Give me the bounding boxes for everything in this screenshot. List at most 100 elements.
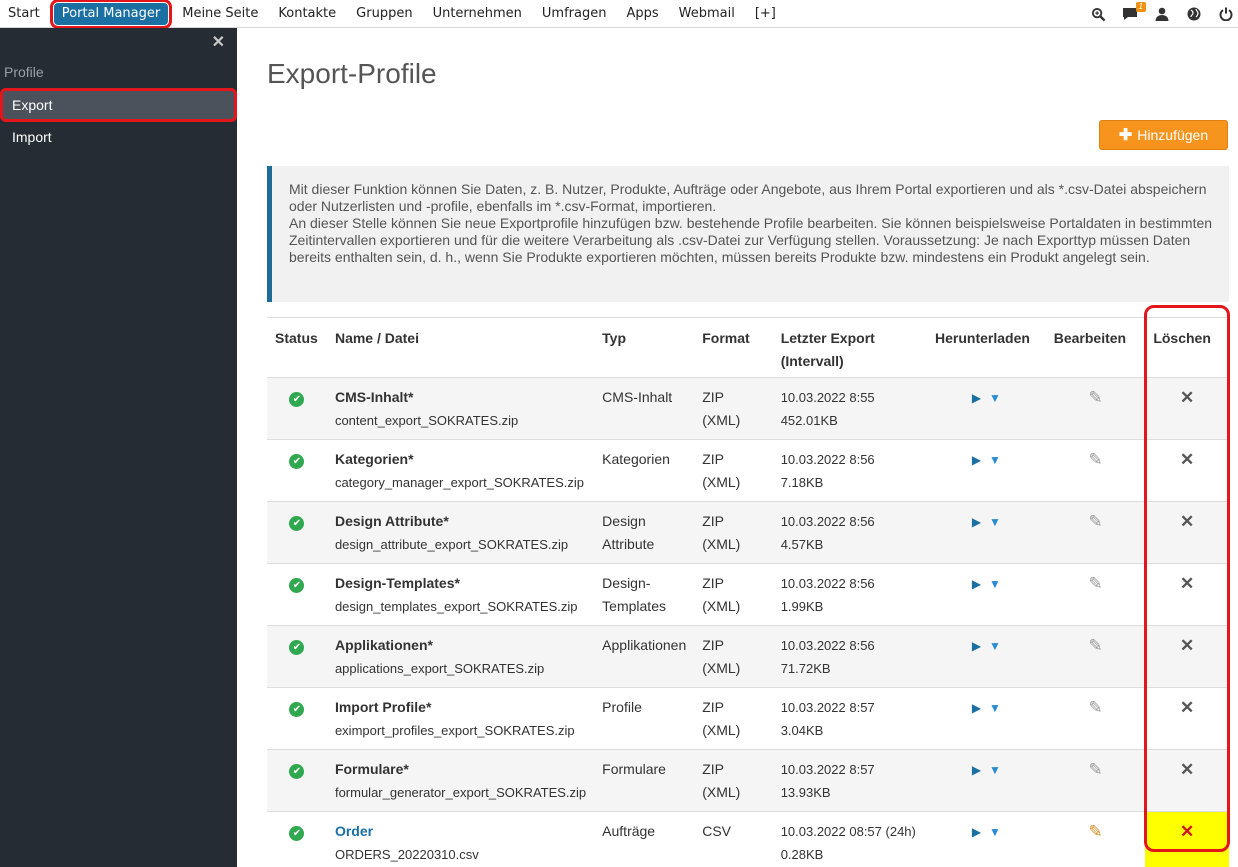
power-icon[interactable] <box>1214 3 1238 25</box>
chat-icon[interactable]: 1 <box>1118 2 1146 25</box>
pencil-icon[interactable]: ✎ <box>1088 760 1102 779</box>
header-name: Name / Datei <box>326 317 595 378</box>
check-circle-icon: ✔ <box>289 516 305 531</box>
nav-webmail[interactable]: Webmail <box>669 0 745 28</box>
name-cell: Applikationen* applications_export_SOKRAT… <box>326 625 595 688</box>
table-row: ✔ Applikationen* applications_export_SOKRA… <box>267 625 1229 688</box>
nav-more[interactable]: [+] <box>745 0 786 28</box>
play-icon[interactable]: ▶ <box>972 763 981 777</box>
user-icon[interactable] <box>1150 3 1174 25</box>
check-circle-icon: ✔ <box>289 826 305 841</box>
delete-icon[interactable]: ✕ <box>1180 574 1194 593</box>
nav-meine-seite[interactable]: Meine Seite <box>172 0 268 28</box>
nav-unternehmen[interactable]: Unternehmen <box>423 0 532 28</box>
file-name: design_templates_export_SOKRATES.zip <box>334 599 578 614</box>
name-cell: Order ORDERS_20220310.csv <box>326 811 595 867</box>
delete-icon[interactable]: ✕ <box>1180 698 1194 717</box>
file-name: design_attribute_export_SOKRATES.zip <box>334 537 569 552</box>
top-navigation-bar: Start Portal Manager Meine Seite Kontakt… <box>0 0 1238 29</box>
nav-kontakte[interactable]: Kontakte <box>268 0 346 28</box>
typ-cell: Formulare <box>594 749 695 812</box>
delete-icon[interactable]: ✕ <box>1180 636 1194 655</box>
nav-start[interactable]: Start <box>0 0 50 28</box>
download-icon[interactable]: ▼ <box>989 391 1001 405</box>
download-icon[interactable]: ▼ <box>989 577 1001 591</box>
export-size: 452.01KB <box>780 413 838 428</box>
pencil-icon[interactable]: ✎ <box>1088 636 1102 655</box>
download-cell: ▶ ▼ <box>927 749 1046 812</box>
file-name: eximport_profiles_export_SOKRATES.zip <box>334 723 575 738</box>
nav-apps[interactable]: Apps <box>616 0 668 28</box>
sidebar-item-export[interactable]: Export <box>0 88 237 122</box>
table-row: ✔ Order ORDERS_20220310.csv Aufträge CSV 10.0… <box>267 811 1229 867</box>
export-date: 10.03.2022 8:57 <box>780 762 875 777</box>
play-icon[interactable]: ▶ <box>972 453 981 467</box>
name-cell: Formulare* formular_generator_export_SOKR… <box>326 749 595 812</box>
download-icon[interactable]: ▼ <box>989 453 1001 467</box>
check-circle-icon: ✔ <box>289 454 305 469</box>
delete-icon[interactable]: ✕ <box>1180 760 1194 779</box>
check-circle-icon: ✔ <box>289 640 305 655</box>
pencil-icon[interactable]: ✎ <box>1088 822 1102 841</box>
file-name: category_manager_export_SOKRATES.zip <box>334 475 585 490</box>
globe-icon[interactable] <box>1182 3 1206 25</box>
edit-cell: ✎ <box>1045 811 1146 867</box>
play-icon[interactable]: ▶ <box>972 701 981 715</box>
status-cell: ✔ <box>267 501 327 564</box>
add-button-label: Hinzufügen <box>1137 127 1209 143</box>
play-icon[interactable]: ▶ <box>972 515 981 529</box>
delete-cell: ✕ <box>1145 501 1229 564</box>
pencil-icon[interactable]: ✎ <box>1088 574 1102 593</box>
edit-cell: ✎ <box>1045 377 1146 440</box>
delete-cell: ✕ <box>1145 377 1229 440</box>
download-icon[interactable]: ▼ <box>989 515 1001 529</box>
pencil-icon[interactable]: ✎ <box>1088 512 1102 531</box>
typ-cell: Aufträge <box>594 811 695 867</box>
nav-gruppen[interactable]: Gruppen <box>346 0 422 28</box>
export-date: 10.03.2022 08:57 (24h) <box>780 824 916 839</box>
delete-icon[interactable]: ✕ <box>1180 388 1194 407</box>
status-cell: ✔ <box>267 439 327 502</box>
download-icon[interactable]: ▼ <box>989 639 1001 653</box>
nav-umfragen[interactable]: Umfragen <box>532 0 617 28</box>
table-row: ✔ Design-Templates* design_templates_expor… <box>267 563 1229 626</box>
profile-name: Import Profile* <box>334 699 432 715</box>
delete-icon[interactable]: ✕ <box>1180 450 1194 469</box>
pencil-icon[interactable]: ✎ <box>1088 388 1102 407</box>
last-export-cell: 10.03.2022 8:56 1.99KB <box>772 563 928 626</box>
header-typ: Typ <box>594 317 695 378</box>
play-icon[interactable]: ▶ <box>972 391 981 405</box>
download-icon[interactable]: ▼ <box>989 701 1001 715</box>
pencil-icon[interactable]: ✎ <box>1088 450 1102 469</box>
close-icon[interactable]: ✕ <box>212 32 225 52</box>
play-icon[interactable]: ▶ <box>972 577 981 591</box>
play-icon[interactable]: ▶ <box>972 639 981 653</box>
format-cell: ZIP (XML) <box>694 687 773 750</box>
table-header-row: Status Name / Datei Typ Format Letzter E… <box>267 317 1229 378</box>
delete-cell: ✕ <box>1145 625 1229 688</box>
last-export-cell: 10.03.2022 8:57 13.93KB <box>772 749 928 812</box>
info-text-1: Mit dieser Funktion können Sie Daten, z.… <box>289 181 1207 214</box>
format-cell: ZIP (XML) <box>694 439 773 502</box>
export-size: 3.04KB <box>780 723 824 738</box>
sidebar-item-import[interactable]: Import <box>0 120 237 154</box>
download-icon[interactable]: ▼ <box>989 763 1001 777</box>
delete-icon[interactable]: ✕ <box>1180 822 1194 841</box>
delete-icon[interactable]: ✕ <box>1180 512 1194 531</box>
format-cell: ZIP (XML) <box>694 501 773 564</box>
edit-cell: ✎ <box>1045 749 1146 812</box>
page-title: Export-Profile <box>267 58 437 89</box>
search-icon[interactable] <box>1086 3 1110 25</box>
download-icon[interactable]: ▼ <box>989 825 1001 839</box>
profile-name[interactable]: Order <box>335 820 586 843</box>
profile-name: Applikationen* <box>334 637 433 653</box>
export-date: 10.03.2022 8:56 <box>780 576 875 591</box>
add-button[interactable]: ✚ Hinzufügen <box>1099 120 1228 150</box>
nav-portal-manager[interactable]: Portal Manager <box>49 0 173 29</box>
play-icon[interactable]: ▶ <box>972 825 981 839</box>
table-row: ✔ Formulare* formular_generator_export_SOK… <box>267 749 1229 812</box>
last-export-cell: 10.03.2022 8:57 3.04KB <box>772 687 928 750</box>
format-cell: ZIP (XML) <box>694 563 773 626</box>
pencil-icon[interactable]: ✎ <box>1088 698 1102 717</box>
edit-cell: ✎ <box>1045 625 1146 688</box>
